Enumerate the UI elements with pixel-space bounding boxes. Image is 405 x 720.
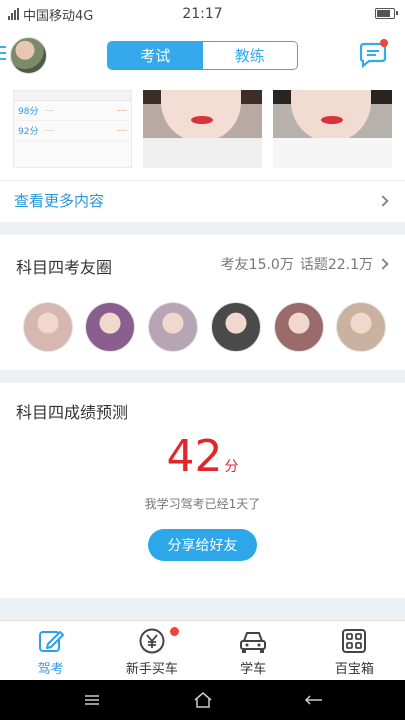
topic-count: 话题22.1万 (299, 257, 373, 273)
tab-exam[interactable]: 考试 (108, 42, 203, 69)
edit-icon (38, 631, 64, 652)
tab-label: 百宝箱 (334, 662, 374, 677)
tab-driving-exam[interactable]: 驾考 (0, 621, 101, 680)
score-record-thumbnail[interactable]: 98分 —— —— 92分 —— —— (13, 90, 132, 168)
member-avatar[interactable] (336, 302, 386, 352)
mode-switch: 考试 教练 (107, 41, 298, 70)
tab-buy-car[interactable]: 新手买车 (101, 621, 202, 680)
notification-dot (170, 627, 180, 636)
predicted-score: 42 分 (0, 431, 405, 482)
member-count: 考友15.0万 (220, 257, 294, 273)
carrier-name: 中国移动4G (23, 8, 94, 24)
notification-dot (380, 39, 388, 47)
view-more-label: 查看更多内容 (14, 192, 105, 210)
tab-learn-driving[interactable]: 学车 (203, 621, 304, 680)
tab-toolbox[interactable]: 百宝箱 (304, 621, 405, 680)
circle-stats: 考友15.0万 话题22.1万 (221, 254, 373, 274)
carrier-info: 中国移动4G (8, 5, 93, 24)
study-days-text: 我学习驾考已经1天了 (144, 497, 261, 511)
message-button[interactable] (358, 39, 388, 69)
score-unit: 分 (224, 459, 239, 475)
member-avatar[interactable] (274, 302, 324, 352)
score-number: 42 (166, 431, 223, 482)
member-avatar[interactable] (211, 302, 261, 352)
section-title: 科目四考友圈 (16, 258, 113, 277)
exam-circle-section[interactable]: 科目四考友圈 考友15.0万 话题22.1万 (0, 235, 405, 370)
battery-icon (375, 8, 398, 19)
feed-preview-card: 98分 —— —— 92分 —— —— 查看更多内容 (0, 82, 405, 222)
member-avatar[interactable] (148, 302, 198, 352)
member-avatar[interactable] (23, 302, 73, 352)
photo-thumbnail[interactable] (143, 90, 262, 168)
photo-thumbnail[interactable] (273, 90, 392, 168)
tab-label: 学车 (240, 662, 267, 677)
chevron-right-icon (377, 195, 389, 207)
yen-icon (139, 628, 165, 654)
user-avatar[interactable] (10, 37, 47, 74)
tab-label: 驾考 (37, 662, 64, 677)
share-button[interactable]: 分享给好友 (148, 529, 257, 561)
tab-label: 新手买车 (125, 662, 178, 677)
tab-coach[interactable]: 教练 (202, 42, 297, 69)
status-bar: 中国移动4G 21:17 (0, 0, 405, 28)
score-prediction-card: 科目四成绩预测 42 分 我学习驾考已经1天了 分享给好友 (0, 383, 405, 598)
member-avatars (0, 302, 405, 354)
bottom-tab-bar: 驾考 新手买车 学车 百宝箱 (0, 620, 405, 680)
drawer-menu-icon[interactable] (0, 46, 6, 64)
view-more-link[interactable]: 查看更多内容 (0, 180, 405, 220)
system-nav-bar (0, 680, 405, 720)
app-header: 考试 教练 (0, 28, 405, 82)
signal-icon (8, 8, 19, 20)
back-icon[interactable] (302, 690, 326, 710)
menu-icon[interactable] (80, 690, 104, 710)
score-row: 92分 —— —— (14, 121, 131, 141)
score-value: 98分 (18, 107, 39, 117)
grid-icon (342, 629, 367, 653)
score-row: 98分 —— —— (14, 101, 131, 121)
section-title: 科目四成绩预测 (16, 403, 129, 422)
car-icon (240, 632, 267, 653)
score-value: 92分 (18, 127, 39, 137)
home-icon[interactable] (191, 690, 215, 710)
chevron-right-icon (377, 258, 389, 270)
member-avatar[interactable] (85, 302, 135, 352)
